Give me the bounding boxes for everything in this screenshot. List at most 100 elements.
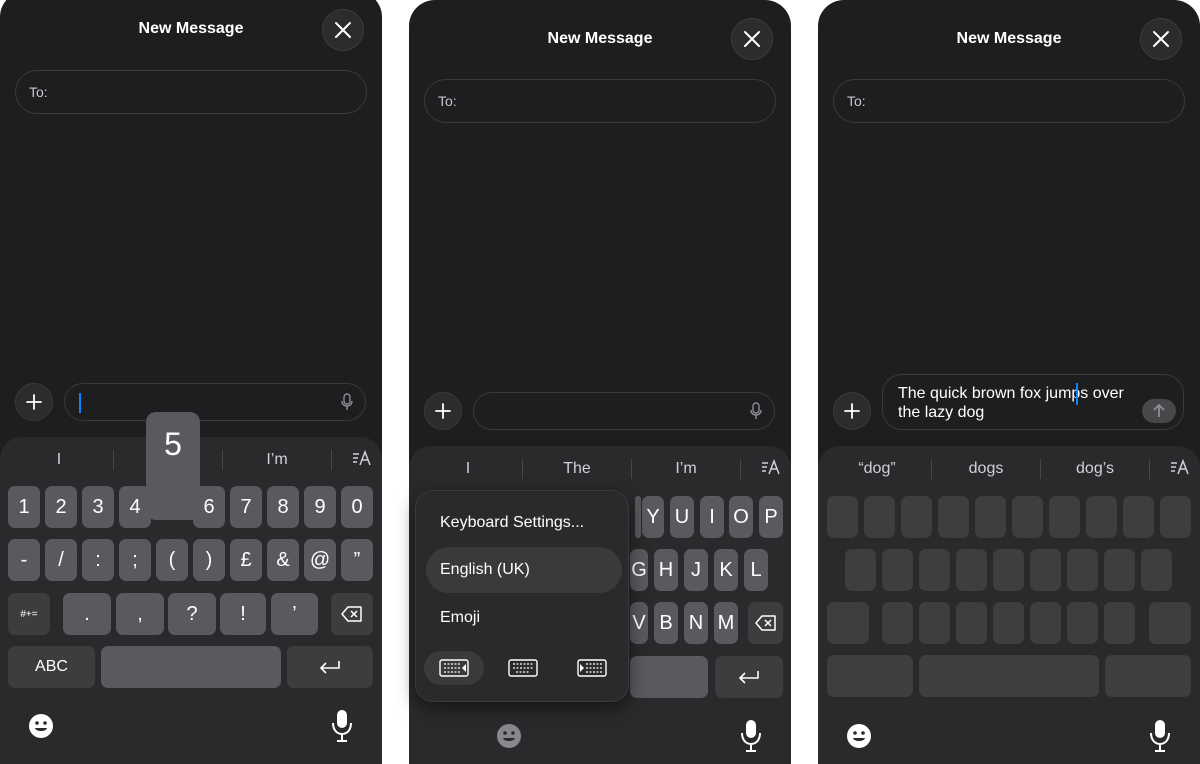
key-n[interactable]: N (684, 602, 708, 644)
key-open-paren[interactable]: ( (156, 539, 188, 581)
key-i[interactable]: I (700, 496, 724, 538)
add-attachment-button[interactable] (15, 383, 53, 421)
return-key[interactable] (287, 646, 373, 688)
suggestion-bar: “dog” dogs dog’s (818, 452, 1200, 486)
microphone-icon[interactable] (1149, 719, 1171, 753)
close-button[interactable] (1140, 18, 1182, 60)
suggestion-item[interactable]: I (414, 452, 522, 486)
suggestion-item[interactable]: “dog” (823, 452, 931, 486)
to-label: To: (847, 93, 866, 109)
key-b[interactable]: B (654, 602, 678, 644)
delete-key[interactable] (331, 593, 373, 635)
key-3[interactable]: 3 (82, 486, 114, 528)
key-semicolon[interactable]: ; (119, 539, 151, 581)
space-key[interactable] (101, 646, 281, 688)
message-input[interactable] (64, 383, 366, 421)
keyboard-right-button[interactable] (562, 651, 622, 685)
suggestion-item[interactable]: dogs (932, 452, 1040, 486)
menu-item-emoji[interactable]: Emoji (426, 595, 622, 641)
key-hyphen[interactable]: - (8, 539, 40, 581)
divider (1149, 459, 1150, 479)
blank-key (993, 549, 1024, 591)
plus-icon (844, 403, 860, 419)
space-key[interactable] (630, 656, 708, 698)
message-input[interactable] (473, 392, 775, 430)
message-text-line: the lazy dog (898, 404, 985, 421)
message-text-line: The quick brown fox jumps over (898, 385, 1124, 402)
symbols-toggle-key[interactable]: #+= (8, 593, 50, 635)
microphone-icon[interactable] (341, 393, 353, 411)
key-o[interactable]: O (729, 496, 753, 538)
key-1[interactable]: 1 (8, 486, 40, 528)
key-k[interactable]: K (714, 549, 738, 591)
menu-item-keyboard-settings[interactable]: Keyboard Settings... (426, 500, 622, 546)
close-button[interactable] (731, 18, 773, 60)
close-button[interactable] (322, 9, 364, 51)
key-g[interactable]: G (630, 549, 648, 591)
to-field[interactable]: To: (833, 79, 1185, 123)
key-colon[interactable]: : (82, 539, 114, 581)
suggestion-item[interactable]: I (5, 443, 113, 477)
key-ampersand[interactable]: & (267, 539, 299, 581)
suggestion-item[interactable]: I’m (223, 443, 331, 477)
key-h[interactable]: H (654, 549, 678, 591)
blank-key (1160, 496, 1191, 538)
key-slash[interactable]: / (45, 539, 77, 581)
suggestion-item[interactable]: I’m (632, 452, 740, 486)
keyboard-full-button[interactable] (493, 651, 553, 685)
abc-key[interactable]: ABC (8, 646, 95, 688)
microphone-icon[interactable] (740, 719, 762, 753)
send-button[interactable] (1142, 399, 1176, 423)
key-u[interactable]: U (670, 496, 694, 538)
key-0[interactable]: 0 (341, 486, 373, 528)
key-p[interactable]: P (759, 496, 783, 538)
key-quote[interactable]: ” (341, 539, 373, 581)
add-attachment-button[interactable] (424, 392, 462, 430)
key-8[interactable]: 8 (267, 486, 299, 528)
key-partial (635, 496, 641, 538)
menu-item-english-uk[interactable]: English (UK) (426, 547, 622, 593)
close-icon (744, 31, 760, 47)
key-question[interactable]: ? (168, 593, 216, 635)
key-v[interactable]: V (630, 602, 648, 644)
emoji-icon[interactable] (845, 722, 873, 750)
microphone-icon[interactable] (331, 709, 353, 743)
delete-key[interactable] (748, 602, 783, 644)
suggestion-item[interactable]: dog’s (1041, 452, 1149, 486)
text-format-icon[interactable] (761, 458, 781, 481)
key-exclamation[interactable]: ! (220, 593, 266, 635)
emoji-icon[interactable] (495, 722, 523, 750)
text-format-icon[interactable] (1170, 458, 1190, 481)
to-field[interactable]: To: (424, 79, 776, 123)
key-apostrophe[interactable]: ’ (271, 593, 318, 635)
key-j[interactable]: J (684, 549, 708, 591)
keyboard: “dog” dogs dog’s (818, 446, 1200, 764)
keyboard-left-button[interactable] (424, 651, 484, 685)
key-period[interactable]: . (63, 593, 111, 635)
key-7[interactable]: 7 (230, 486, 262, 528)
blank-key (1086, 496, 1117, 538)
text-format-icon[interactable] (352, 449, 372, 472)
key-l[interactable]: L (744, 549, 768, 591)
key-pound[interactable]: £ (230, 539, 262, 581)
key-m[interactable]: M (714, 602, 738, 644)
blank-key (1141, 549, 1172, 591)
add-attachment-button[interactable] (833, 392, 871, 430)
key-y[interactable]: Y (642, 496, 664, 538)
key-comma[interactable]: , (116, 593, 164, 635)
to-field[interactable]: To: (15, 70, 367, 114)
blank-key (1030, 602, 1061, 644)
emoji-icon[interactable] (27, 712, 55, 740)
message-input[interactable]: The quick brown fox jumps over the lazy … (882, 374, 1184, 430)
key-at[interactable]: @ (304, 539, 336, 581)
blank-key (1067, 549, 1098, 591)
return-key[interactable] (715, 656, 783, 698)
delete-key-icon (754, 615, 776, 631)
suggestion-item[interactable]: The (523, 452, 631, 486)
microphone-icon[interactable] (750, 402, 762, 420)
key-9[interactable]: 9 (304, 486, 336, 528)
divider (331, 450, 332, 470)
key-2[interactable]: 2 (45, 486, 77, 528)
key-close-paren[interactable]: ) (193, 539, 225, 581)
blank-key (1105, 655, 1191, 697)
